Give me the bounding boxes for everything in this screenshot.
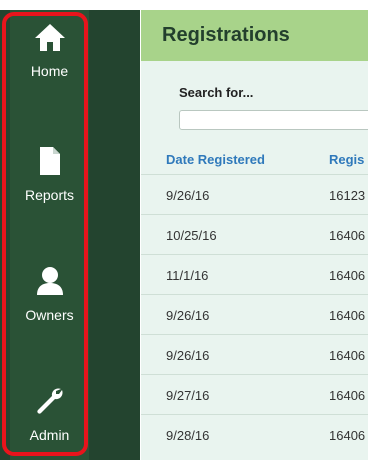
search-input[interactable] <box>179 110 368 130</box>
cell-date: 9/28/16 <box>166 428 210 443</box>
cell-date: 11/1/16 <box>166 268 209 283</box>
sidebar-item-home[interactable]: Home <box>10 10 89 94</box>
sidebar-nav: Home Reports Owners Admin <box>0 10 140 460</box>
table-row[interactable]: 11/1/16 16406 <box>141 254 368 294</box>
home-icon <box>33 20 67 54</box>
registrations-panel: Registrations Search for... Date Registe… <box>141 10 368 460</box>
cell-date: 10/25/16 <box>166 228 217 243</box>
page-title: Registrations <box>162 24 290 46</box>
table-row[interactable]: 10/25/16 16406 <box>141 214 368 254</box>
table-row[interactable]: 9/26/16 16406 <box>141 334 368 374</box>
sidebar-item-label: Reports <box>24 187 75 203</box>
cell-registration: 16406 <box>329 308 366 323</box>
cell-registration: 16406 <box>329 268 366 283</box>
cell-registration: 16406 <box>329 388 366 403</box>
sidebar-item-label: Home <box>30 63 69 79</box>
table-row[interactable]: 9/28/16 16406 <box>141 414 368 454</box>
sidebar-item-label: Owners <box>25 307 74 323</box>
panel-header: Registrations <box>141 10 368 61</box>
sidebar-item-reports[interactable]: Reports <box>10 134 89 218</box>
cell-registration: 16123 <box>329 188 366 203</box>
sidebar-item-label: Admin <box>29 427 70 443</box>
search-label: Search for... <box>179 85 254 100</box>
cell-date: 9/26/16 <box>166 188 210 203</box>
sidebar-item-admin[interactable]: Admin <box>10 374 89 458</box>
table-header: Date Registered Regis <box>141 152 368 174</box>
sidebar-item-owners[interactable]: Owners <box>10 254 89 338</box>
cell-registration: 16406 <box>329 348 366 363</box>
cell-registration: 16406 <box>329 228 366 243</box>
person-icon <box>35 264 65 298</box>
table-row[interactable]: 9/26/16 16406 <box>141 294 368 334</box>
table-row[interactable]: 9/27/16 16406 <box>141 374 368 414</box>
wrench-icon <box>35 384 65 418</box>
cell-date: 9/27/16 <box>166 388 210 403</box>
top-strip <box>0 0 368 10</box>
document-icon <box>38 144 62 178</box>
cell-registration: 16406 <box>329 428 366 443</box>
cell-date: 9/26/16 <box>166 308 210 323</box>
cell-date: 9/26/16 <box>166 348 210 363</box>
column-header-date-registered[interactable]: Date Registered <box>166 152 265 167</box>
column-header-registration[interactable]: Regis <box>329 152 364 167</box>
table-row[interactable]: 9/26/16 16123 <box>141 174 368 214</box>
